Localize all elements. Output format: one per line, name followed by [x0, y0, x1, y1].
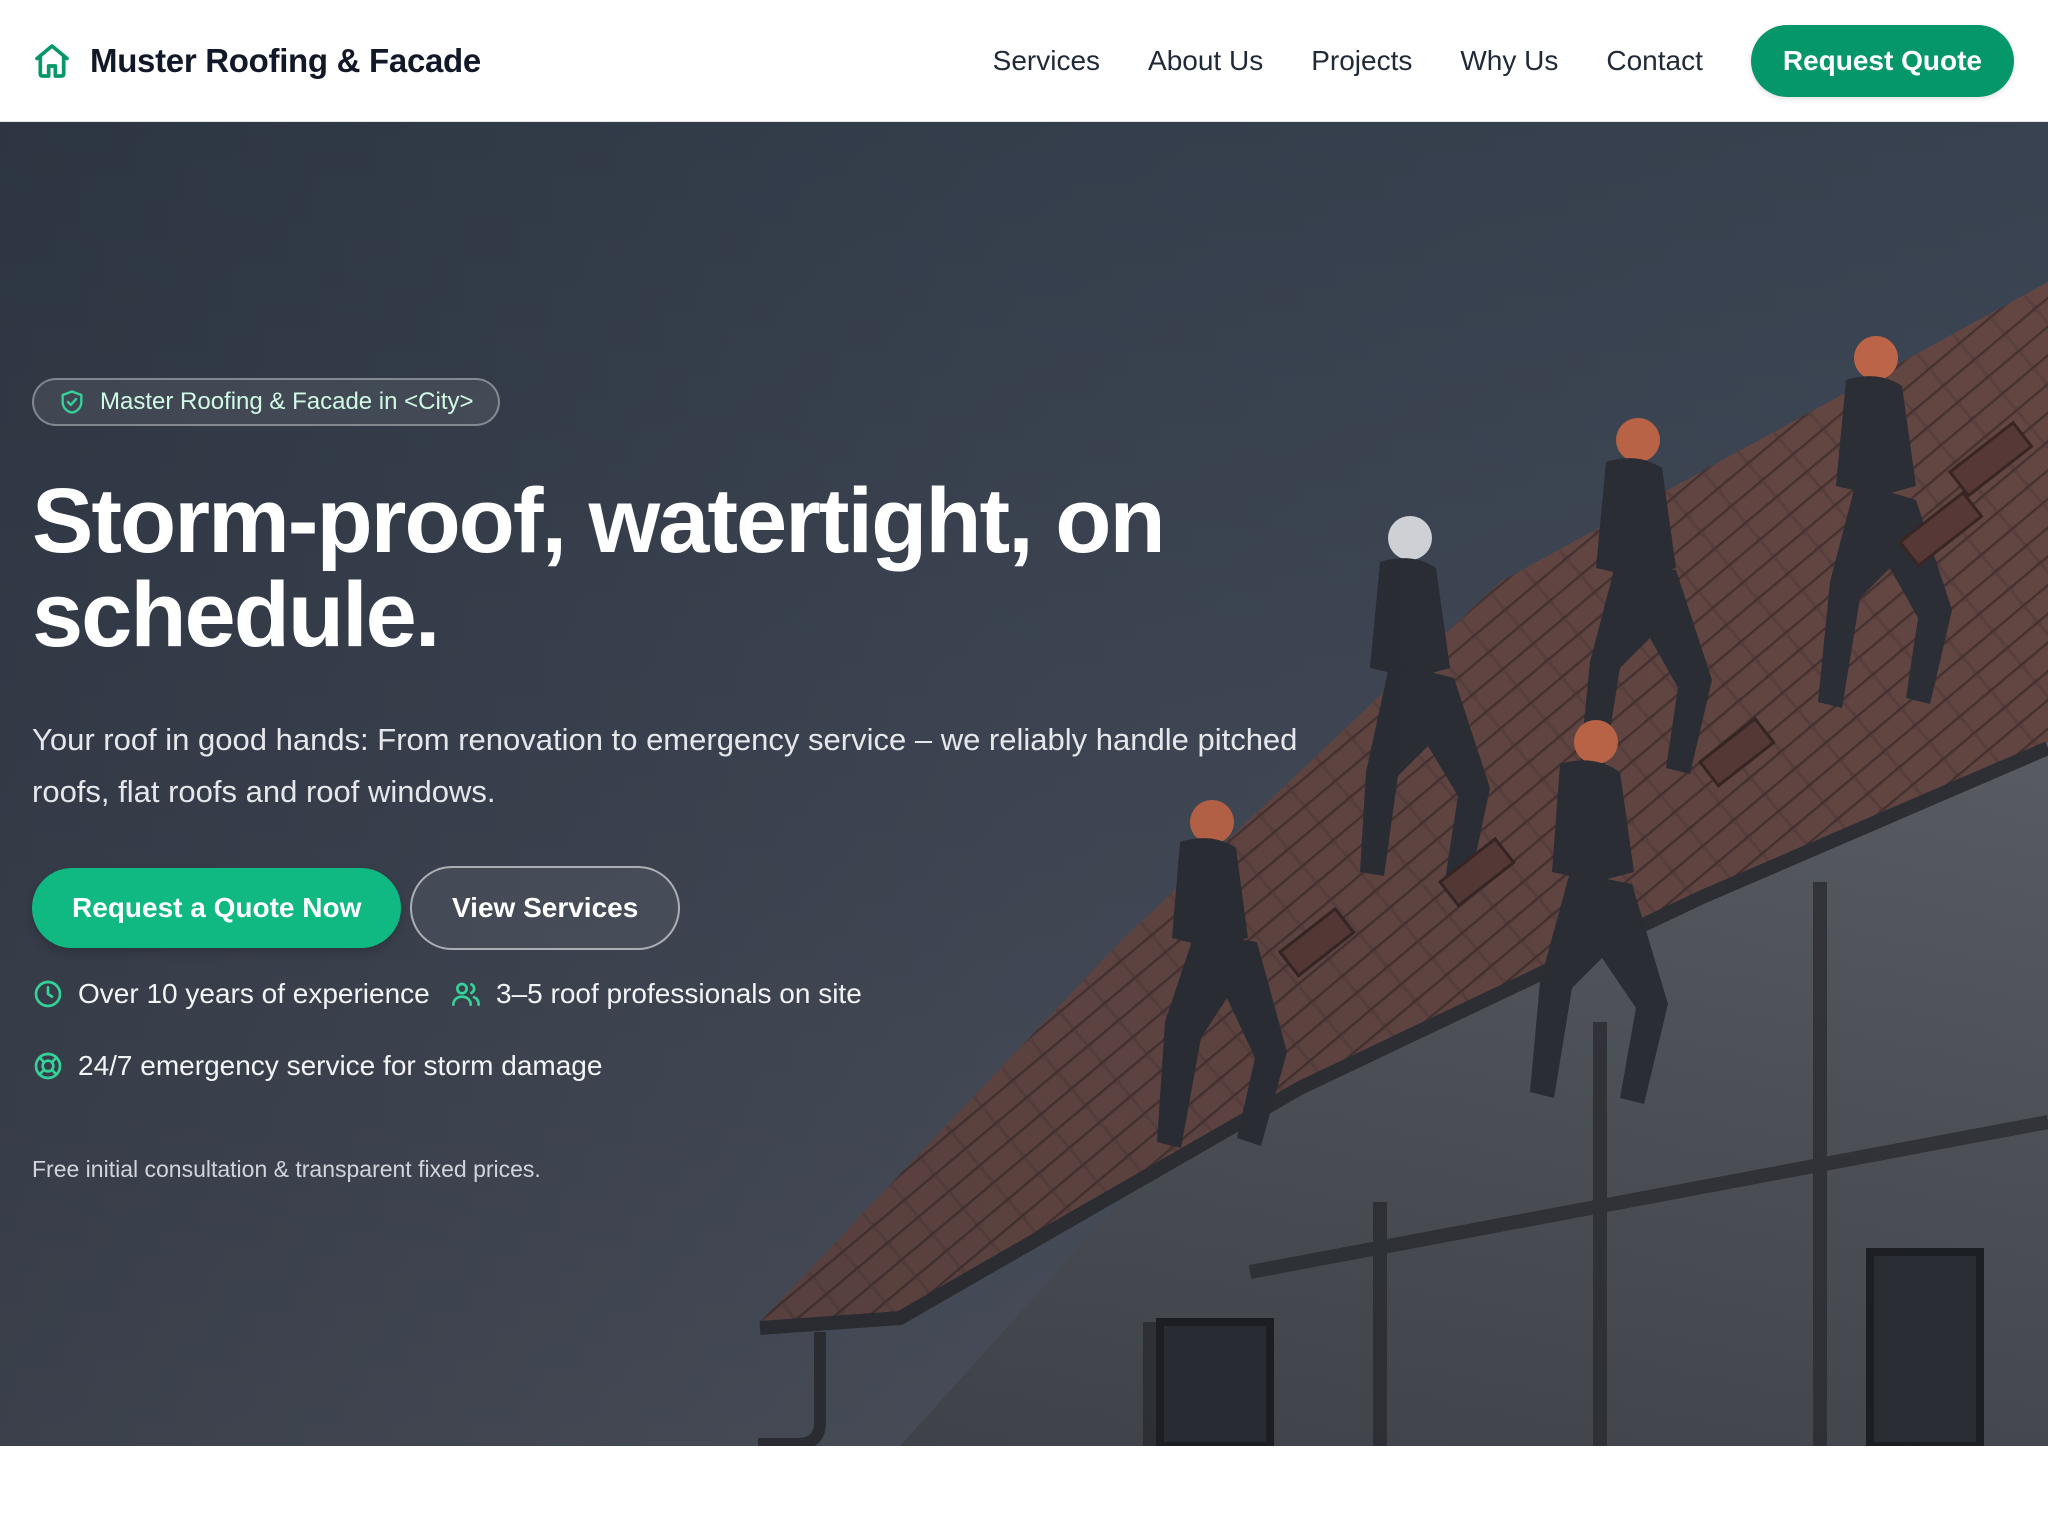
users-icon [450, 978, 482, 1010]
feature-experience: Over 10 years of experience [32, 978, 430, 1010]
hero-headline: Storm-proof, watertight, on schedule. [32, 470, 1166, 666]
nav-why-us[interactable]: Why Us [1460, 45, 1558, 77]
main-nav: Services About Us Projects Why Us Contac… [993, 0, 2014, 122]
hero-note: Free initial consultation & transparent … [32, 1156, 541, 1182]
hero-section: Master Roofing & Facade in <City> Storm-… [0, 122, 2048, 1446]
brand[interactable]: Muster Roofing & Facade [32, 0, 481, 122]
nav-projects[interactable]: Projects [1311, 45, 1412, 77]
location-badge: Master Roofing & Facade in <City> [32, 378, 500, 426]
hero-subline: Your roof in good hands: From renovation… [32, 722, 1298, 809]
feature-emergency-text: 24/7 emergency service for storm damage [78, 1050, 603, 1081]
feature-team-text: 3–5 roof professionals on site [496, 978, 862, 1009]
feature-emergency: 24/7 emergency service for storm damage [32, 1050, 602, 1082]
clock-icon [32, 978, 64, 1010]
lifebuoy-icon [32, 1050, 64, 1082]
feature-experience-text: Over 10 years of experience [78, 978, 430, 1009]
badge-text: Master Roofing & Facade in <City> [100, 388, 474, 415]
shield-check-icon [58, 388, 86, 416]
nav-about-us[interactable]: About Us [1148, 45, 1263, 77]
request-a-quote-now-button[interactable]: Request a Quote Now [32, 868, 402, 948]
view-services-button[interactable]: View Services [410, 866, 681, 950]
request-quote-button[interactable]: Request Quote [1750, 25, 2014, 97]
site-header: Muster Roofing & Facade Services About U… [0, 0, 2048, 122]
feature-team: 3–5 roof professionals on site [450, 978, 862, 1010]
home-icon [32, 41, 72, 81]
nav-contact[interactable]: Contact [1606, 45, 1703, 77]
brand-name: Muster Roofing & Facade [90, 42, 481, 79]
nav-services[interactable]: Services [993, 45, 1100, 77]
